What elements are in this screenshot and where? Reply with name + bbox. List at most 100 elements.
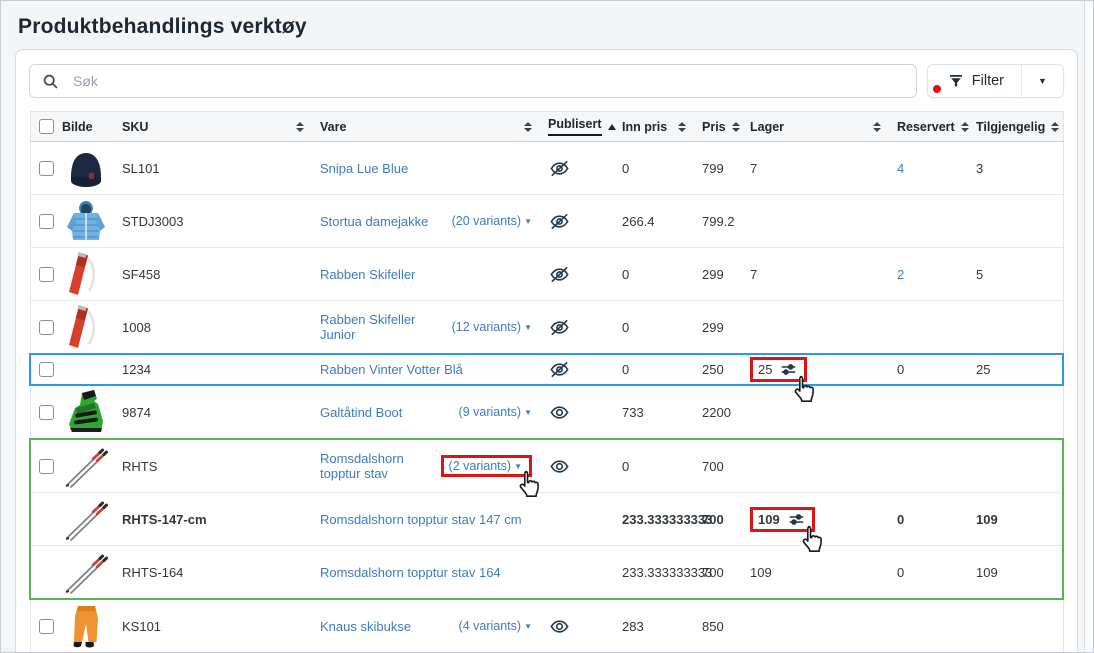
header-sku[interactable]: SKU <box>114 112 312 142</box>
variants-toggle[interactable]: (4 variants)▼ <box>459 619 532 633</box>
product-tool-card: Filter ▼ Bilde SKU Vare Publisert <box>15 49 1078 653</box>
product-image-empty <box>54 354 114 385</box>
tilgjengelig-cell: 25 <box>968 354 1063 385</box>
search-icon <box>42 73 59 90</box>
tilgjengelig-cell <box>968 439 1063 493</box>
header-tilgjengelig[interactable]: Tilgjengelig <box>968 112 1063 142</box>
filter-dropdown-button[interactable]: ▼ <box>1021 65 1063 97</box>
row-checkbox[interactable] <box>39 161 54 176</box>
sku-cell: SF458 <box>114 248 312 301</box>
adjust-stock-icon[interactable] <box>788 511 805 528</box>
reservert-cell: 0 <box>889 354 968 385</box>
header-reservert[interactable]: Reservert <box>889 112 968 142</box>
pris-cell: 299 <box>694 248 742 301</box>
reservert-cell: 0 <box>889 546 968 600</box>
caret-down-icon: ▼ <box>524 217 532 226</box>
variants-toggle[interactable]: (9 variants)▼ <box>459 405 532 419</box>
row-checkbox[interactable] <box>39 459 54 474</box>
product-link[interactable]: Romsdalshorn topptur stav 164 <box>320 565 501 580</box>
row-checkbox[interactable] <box>39 214 54 229</box>
sku-cell: RHTS <box>114 439 312 493</box>
pris-cell: 700 <box>694 546 742 600</box>
variants-toggle[interactable]: (2 variants)▼ <box>449 459 522 473</box>
product-link[interactable]: Romsdalshorn topptur stav <box>320 451 435 481</box>
product-image-poles <box>62 548 110 596</box>
adjust-stock-icon[interactable] <box>780 361 797 378</box>
lager-cell: 109 <box>742 546 889 600</box>
inn-pris-cell: 233.333333333 <box>614 493 694 546</box>
tilgjengelig-cell: 3 <box>968 142 1063 195</box>
pris-cell: 700 <box>694 439 742 493</box>
stock-annotation-box: 109 <box>750 507 815 532</box>
sku-cell: RHTS-164 <box>114 546 312 600</box>
tilgjengelig-cell: 5 <box>968 248 1063 301</box>
tilgjengelig-cell: 109 <box>968 546 1063 600</box>
product-link[interactable]: Knaus skibukse <box>320 619 411 634</box>
product-link[interactable]: Romsdalshorn topptur stav 147 cm <box>320 512 522 527</box>
variants-toggle[interactable]: (12 variants)▼ <box>452 320 532 334</box>
product-link[interactable]: Stortua damejakke <box>320 214 428 229</box>
eye-off-icon <box>548 358 571 381</box>
product-link[interactable]: Rabben Skifeller <box>320 267 415 282</box>
reservert-link[interactable]: 4 <box>897 161 904 176</box>
header-inn-pris[interactable]: Inn pris <box>614 112 694 142</box>
lager-cell <box>742 439 889 493</box>
variants-toggle[interactable]: (20 variants)▼ <box>452 214 532 228</box>
product-image-poles <box>62 442 110 490</box>
row-checkbox[interactable] <box>39 267 54 282</box>
products-table: Bilde SKU Vare Publisert Inn pris Pris L… <box>29 111 1064 653</box>
table-row-1008: 1008 Rabben Skifeller Junior (12 variant… <box>30 301 1063 355</box>
inn-pris-cell: 0 <box>614 354 694 385</box>
sort-icon <box>524 122 532 132</box>
chevron-down-icon: ▼ <box>1038 76 1047 86</box>
product-link[interactable]: Snipa Lue Blue <box>320 161 408 176</box>
sort-icon <box>678 122 686 132</box>
lager-cell <box>742 195 889 248</box>
row-checkbox[interactable] <box>39 362 54 377</box>
header-publisert[interactable]: Publisert <box>540 112 614 142</box>
sku-cell: SL101 <box>114 142 312 195</box>
product-link[interactable]: Rabben Vinter Votter Blå <box>320 362 463 377</box>
pris-cell: 700 <box>694 493 742 546</box>
lager-cell <box>742 301 889 355</box>
product-image-boot <box>62 388 110 436</box>
header-pris[interactable]: Pris <box>694 112 742 142</box>
scrollbar[interactable] <box>1084 1 1093 652</box>
sku-cell: 1234 <box>114 354 312 385</box>
header-lager[interactable]: Lager <box>742 112 889 142</box>
inn-pris-cell: 233.333333333 <box>614 546 694 600</box>
search-box <box>29 64 917 98</box>
row-checkbox[interactable] <box>39 619 54 634</box>
reservert-cell <box>889 599 968 653</box>
variants-annotation-box: (2 variants)▼ <box>441 455 532 477</box>
table-header-row: Bilde SKU Vare Publisert Inn pris Pris L… <box>30 112 1063 142</box>
filter-button[interactable]: Filter <box>928 65 1021 97</box>
reservert-link[interactable]: 2 <box>897 267 904 282</box>
lager-value: 109 <box>758 512 780 527</box>
sort-icon <box>732 122 740 132</box>
inn-pris-cell: 0 <box>614 301 694 355</box>
app-window: Produktbehandlings verktøy Filter <box>0 0 1094 653</box>
pris-cell: 850 <box>694 599 742 653</box>
table-row-sf458: SF458 Rabben Skifeller 0 299 7 2 5 <box>30 248 1063 301</box>
inn-pris-cell: 0 <box>614 248 694 301</box>
header-vare[interactable]: Vare <box>312 112 540 142</box>
product-link[interactable]: Rabben Skifeller Junior <box>320 312 446 342</box>
lager-cell: 7 <box>742 142 889 195</box>
product-image-jacket <box>62 197 110 245</box>
eye-off-icon <box>548 210 571 233</box>
product-link[interactable]: Galtåtind Boot <box>320 405 402 420</box>
lager-cell <box>742 385 889 439</box>
pris-cell: 799 <box>694 142 742 195</box>
page-title: Produktbehandlings verktøy <box>18 15 307 39</box>
table-row-9874: 9874 Galtåtind Boot (9 variants)▼ 733 22… <box>30 385 1063 439</box>
sku-cell: 1008 <box>114 301 312 355</box>
reservert-cell: 0 <box>889 493 968 546</box>
table-row-rhts-parent: RHTS Romsdalshorn topptur stav (2 varian… <box>30 439 1063 493</box>
select-all-checkbox[interactable] <box>39 119 54 134</box>
sort-icon <box>1051 122 1059 132</box>
search-input[interactable] <box>73 73 906 89</box>
row-checkbox[interactable] <box>39 405 54 420</box>
row-checkbox[interactable] <box>39 320 54 335</box>
table-row-1234-highlighted: 1234 Rabben Vinter Votter Blå 0 250 25 0… <box>30 354 1063 385</box>
